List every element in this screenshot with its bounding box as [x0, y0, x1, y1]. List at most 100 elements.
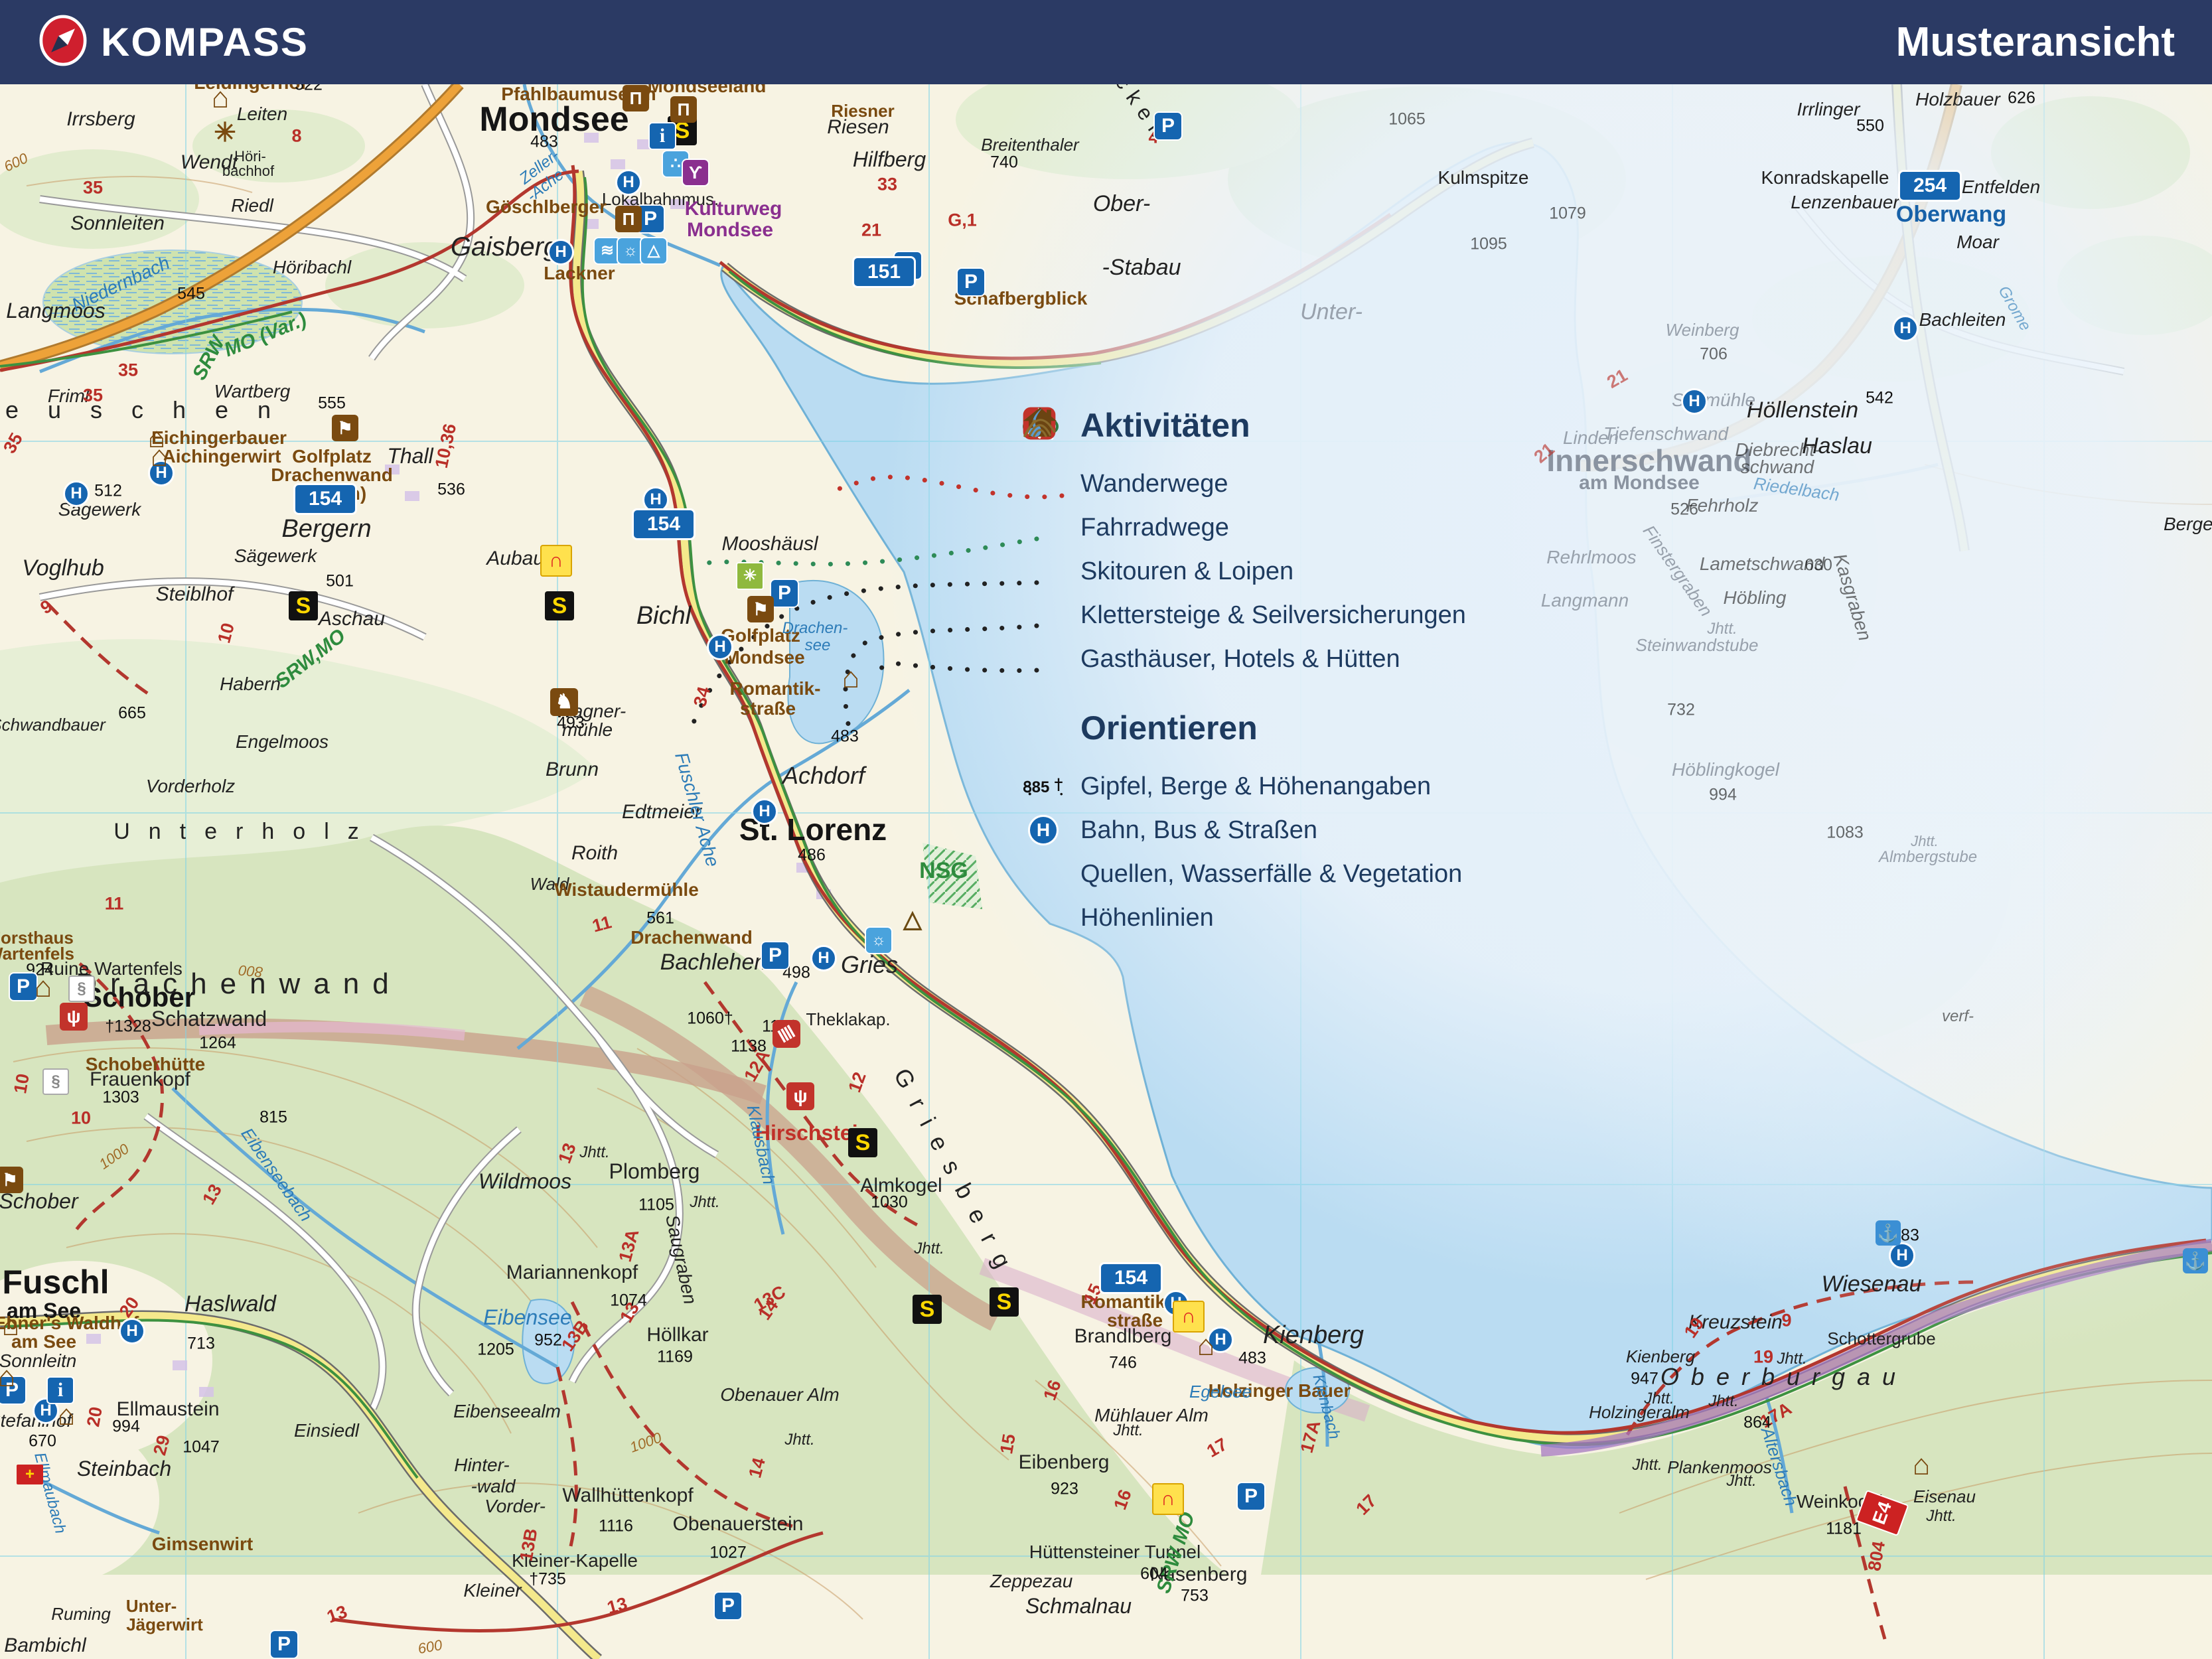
golf-marker-icon: ⚑	[747, 596, 774, 622]
p-marker-icon: P	[269, 1630, 299, 1659]
map-label: Mühlauer Alm	[1094, 1406, 1209, 1425]
hand-marker-icon: ψ	[786, 1082, 814, 1110]
map-label: 9	[1781, 1312, 1791, 1330]
map-label: Voglhub	[22, 557, 104, 579]
map-label: 1095	[1470, 236, 1507, 253]
s-marker-icon: S	[289, 591, 318, 620]
map-label: 20	[84, 1406, 106, 1428]
map-label: 11	[105, 895, 124, 913]
map-label: Schober	[0, 1190, 78, 1212]
map-label: 626	[2008, 90, 2035, 107]
anc-marker-icon: ⚓	[2183, 1248, 2208, 1273]
map-label: 670	[29, 1433, 56, 1450]
map-label: 1065	[1388, 111, 1426, 128]
map-label: Aichingerwirt	[163, 447, 281, 466]
header-bar: KOMPASS Musteransicht	[0, 0, 2212, 84]
map-canvas: Mondsee483St. Lorenz486Fuschlam SeeSchob…	[0, 0, 2212, 1659]
map-label: 561	[646, 910, 674, 927]
s-marker-icon: S	[545, 591, 574, 620]
h-marker-icon: H	[63, 480, 90, 507]
sh-marker-icon: 154	[1099, 1262, 1163, 1294]
map-label: Höblingkogel	[1672, 760, 1779, 779]
map-label: Mondsee	[479, 102, 628, 137]
map-label: Hilfberg	[853, 149, 926, 170]
map-label: 1169	[657, 1349, 693, 1366]
sw3-marker-icon: △	[640, 237, 668, 265]
map-label: Oberburgau	[1660, 1365, 1907, 1389]
hs-marker-icon: ⌂	[1197, 1331, 1215, 1360]
map-label: 994	[1709, 787, 1737, 804]
map-label: Kleiner	[463, 1581, 521, 1600]
map-label: 952	[534, 1333, 562, 1349]
info-marker-icon: i	[648, 122, 676, 150]
map-label: Drachen-	[782, 620, 848, 636]
map-label: 1047	[183, 1439, 220, 1456]
map-label: 15	[997, 1433, 1019, 1455]
map-label: Jhtt.	[784, 1432, 814, 1448]
map-label: Höri-	[234, 149, 266, 164]
map-label: straße	[1107, 1311, 1163, 1330]
map-label: 555	[318, 396, 346, 412]
map-label: Weinberg	[1666, 321, 1739, 338]
map-label: Höbling	[1724, 589, 1787, 607]
map-label: 713	[187, 1336, 215, 1352]
map-label: Ober-	[1093, 192, 1150, 215]
map-label: Unterholz	[113, 820, 378, 843]
legend-item-label: Klettersteige & Seilversicherungen	[1080, 601, 1466, 630]
map-label: Eibensee	[483, 1307, 571, 1328]
map-label: 483	[530, 134, 558, 151]
map-label: Almbergstube	[1879, 849, 1977, 865]
h-marker-icon: H	[707, 634, 733, 660]
anc-marker-icon: ⚓	[1876, 1220, 1901, 1246]
map-label: Aschau	[319, 609, 385, 629]
map-label: Rehrlmoos	[1546, 548, 1636, 567]
map-label: Schoberhütte	[86, 1055, 205, 1074]
h-marker-icon: H	[119, 1318, 145, 1344]
legend-item: 8ฺ85†ฺ Gipfel, Berge & Höhenangaben	[1022, 764, 1540, 808]
map-label: 947	[1631, 1371, 1659, 1388]
map-label: Holzbauer	[1915, 90, 2000, 109]
legend-item-label: Gipfel, Berge & Höhenangaben	[1080, 772, 1431, 801]
h-marker-icon: H	[548, 239, 574, 265]
map-label: Holzingeralm	[1589, 1404, 1690, 1421]
map-label: Zeppezau	[990, 1572, 1073, 1591]
map-label: Wildmoos	[479, 1171, 571, 1192]
legend-item-label: Fahrradwege	[1080, 514, 1229, 542]
map-label: Wiesenau	[1822, 1273, 1922, 1295]
map-label: Fuschl	[2, 1265, 109, 1299]
map-label: see	[805, 638, 831, 654]
map-label: Gimsenwirt	[152, 1535, 253, 1553]
map-label: 550	[1856, 118, 1884, 135]
map-label: 1060†	[687, 1011, 733, 1027]
map-label: 483	[831, 729, 859, 745]
lad-marker-icon: ≣	[773, 1020, 800, 1048]
map-label: 1030	[871, 1194, 908, 1211]
map-label: 815	[259, 1110, 287, 1126]
map-label: Brunn	[546, 760, 599, 780]
map-label: Ellmaustein	[116, 1400, 219, 1419]
map-label: 501	[326, 573, 354, 590]
map-label: Schmalnau	[1025, 1595, 1132, 1617]
map-label: Oberwang	[1896, 203, 2006, 226]
hs-marker-icon: ⌂	[842, 664, 860, 693]
p-marker-icon: P	[9, 972, 38, 1001]
map-label: euschen	[5, 398, 300, 422]
map-label: Gaisberg	[451, 234, 558, 260]
map-label: Obenauerstein	[673, 1514, 804, 1534]
map-label: 486	[798, 847, 826, 864]
map-label: 630	[1805, 557, 1832, 574]
map-label: 10	[71, 1110, 91, 1127]
h-marker-icon: H	[810, 945, 837, 972]
map-label: 1138	[731, 1039, 767, 1055]
kompass-logo-icon	[37, 15, 89, 70]
hs-marker-icon: ⌂	[2, 1311, 20, 1340]
map-label: straße	[740, 699, 796, 718]
map-label: Unter-	[1300, 301, 1363, 323]
s-marker-icon: S	[848, 1128, 877, 1157]
map-label: Steiblhof	[156, 585, 234, 605]
legend-item-label: Gasthäuser, Hotels & Hütten	[1080, 645, 1400, 674]
h-marker-icon: H	[615, 169, 642, 196]
peak-icon: 8ฺ85†ฺ	[1022, 772, 1065, 801]
legend-section-title: Orientieren	[1080, 709, 1540, 747]
map-label: Eichingerbauer	[151, 429, 287, 447]
